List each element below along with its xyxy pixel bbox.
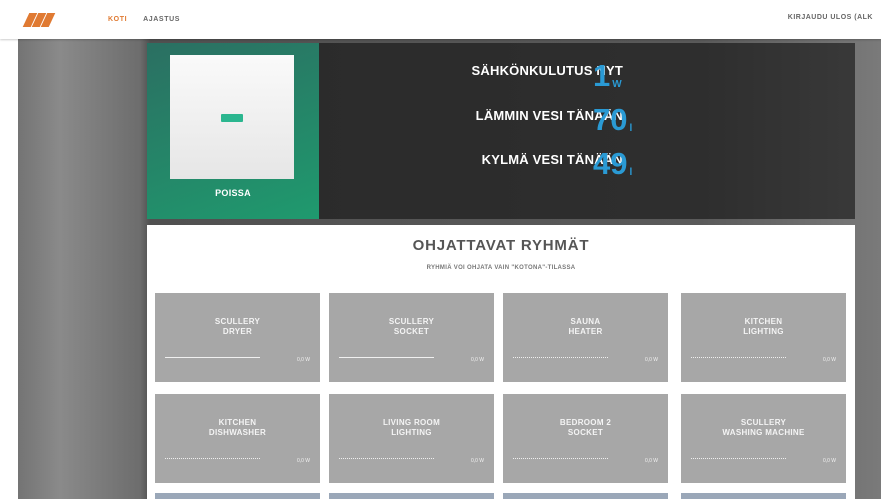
cold-water-unit: l [629, 167, 633, 178]
nav-item-koti[interactable]: KOTI [108, 16, 127, 23]
cold-water-value-group: 49 l [593, 146, 855, 181]
tile-consumption-line [165, 357, 260, 358]
group-tile-kitchen-dishwasher[interactable]: KITCHEN DISHWASHER 0,0 W [155, 394, 320, 483]
group-tile-partial[interactable] [503, 493, 668, 499]
tile-value: 0,0 W [296, 357, 310, 363]
power-value-group: 1 W [593, 58, 855, 93]
group-tile-kitchen-lighting[interactable]: KITCHEN LIGHTING 0,0 W [681, 293, 846, 382]
tile-consumption-line [513, 458, 608, 459]
main-nav: KOTI AJASTUS [108, 16, 180, 23]
tile-consumption-line [339, 458, 434, 459]
cold-water-value: 49 [593, 146, 628, 181]
group-tile-scullery-dryer[interactable]: SCULLERY DRYER 0,0 W [155, 293, 320, 382]
power-unit: W [612, 79, 622, 90]
group-tile-partial[interactable] [329, 493, 494, 499]
tile-consumption-line [691, 458, 786, 459]
tile-label: SCULLERY SOCKET [388, 317, 435, 336]
tile-consumption-line [165, 458, 260, 459]
tile-label: LIVING ROOM LIGHTING [382, 418, 441, 437]
nav-item-ajastus[interactable]: AJASTUS [143, 16, 180, 23]
consumption-stats: SÄHKÖNKULUTUS NYT 1 W LÄMMIN VESI TÄNÄÄN… [319, 43, 855, 219]
tile-label: SAUNA HEATER [568, 317, 603, 336]
group-tile-living-room-lighting[interactable]: LIVING ROOM LIGHTING 0,0 W [329, 394, 494, 483]
tile-label: SCULLERY DRYER [214, 317, 261, 336]
tile-value: 0,0 W [822, 458, 836, 464]
groups-title: OHJATTAVAT RYHMÄT [412, 237, 590, 254]
presence-state-label: POISSA [215, 188, 251, 198]
logout-link[interactable]: KIRJAUDU ULOS (ALK [788, 14, 873, 21]
tile-label: BEDROOM 2 SOCKET [559, 418, 612, 437]
hot-water-value: 70 [593, 102, 628, 137]
tile-value: 0,0 W [470, 357, 484, 363]
tile-value: 0,0 W [644, 357, 658, 363]
hot-water-value-group: 70 l [593, 102, 855, 137]
group-tile-bedroom-2-socket[interactable]: BEDROOM 2 SOCKET 0,0 W [503, 394, 668, 483]
tile-value: 0,0 W [822, 357, 836, 363]
group-tile-scullery-socket[interactable]: SCULLERY SOCKET 0,0 W [329, 293, 494, 382]
power-value: 1 [593, 58, 611, 93]
tile-consumption-line [513, 357, 608, 358]
left-edge [0, 39, 18, 499]
brand-logo[interactable] [22, 12, 98, 27]
tile-consumption-line [691, 357, 786, 358]
logo-mark-icon [22, 12, 58, 27]
tile-label: KITCHEN DISHWASHER [208, 418, 267, 437]
tile-consumption-line [339, 357, 434, 358]
group-tile-scullery-washing-machine[interactable]: SCULLERY WASHING MACHINE 0,0 W [681, 394, 846, 483]
groups-subtitle: RYHMIÄ VOI OHJATA VAIN "KOTONA"-TILASSA [426, 265, 576, 271]
tile-value: 0,0 W [296, 458, 310, 464]
group-tile-partial[interactable] [681, 493, 846, 499]
group-tile-partial[interactable] [155, 493, 320, 499]
top-navigation: KOTI AJASTUS KIRJAUDU ULOS (ALK [0, 0, 881, 39]
tile-value: 0,0 W [644, 458, 658, 464]
presence-toggle-button[interactable] [221, 114, 243, 122]
tile-label: SCULLERY WASHING MACHINE [722, 418, 805, 437]
tile-label: KITCHEN LIGHTING [743, 317, 784, 336]
group-tile-sauna-heater[interactable]: SAUNA HEATER 0,0 W [503, 293, 668, 382]
tile-value: 0,0 W [470, 458, 484, 464]
hot-water-unit: l [629, 123, 633, 134]
